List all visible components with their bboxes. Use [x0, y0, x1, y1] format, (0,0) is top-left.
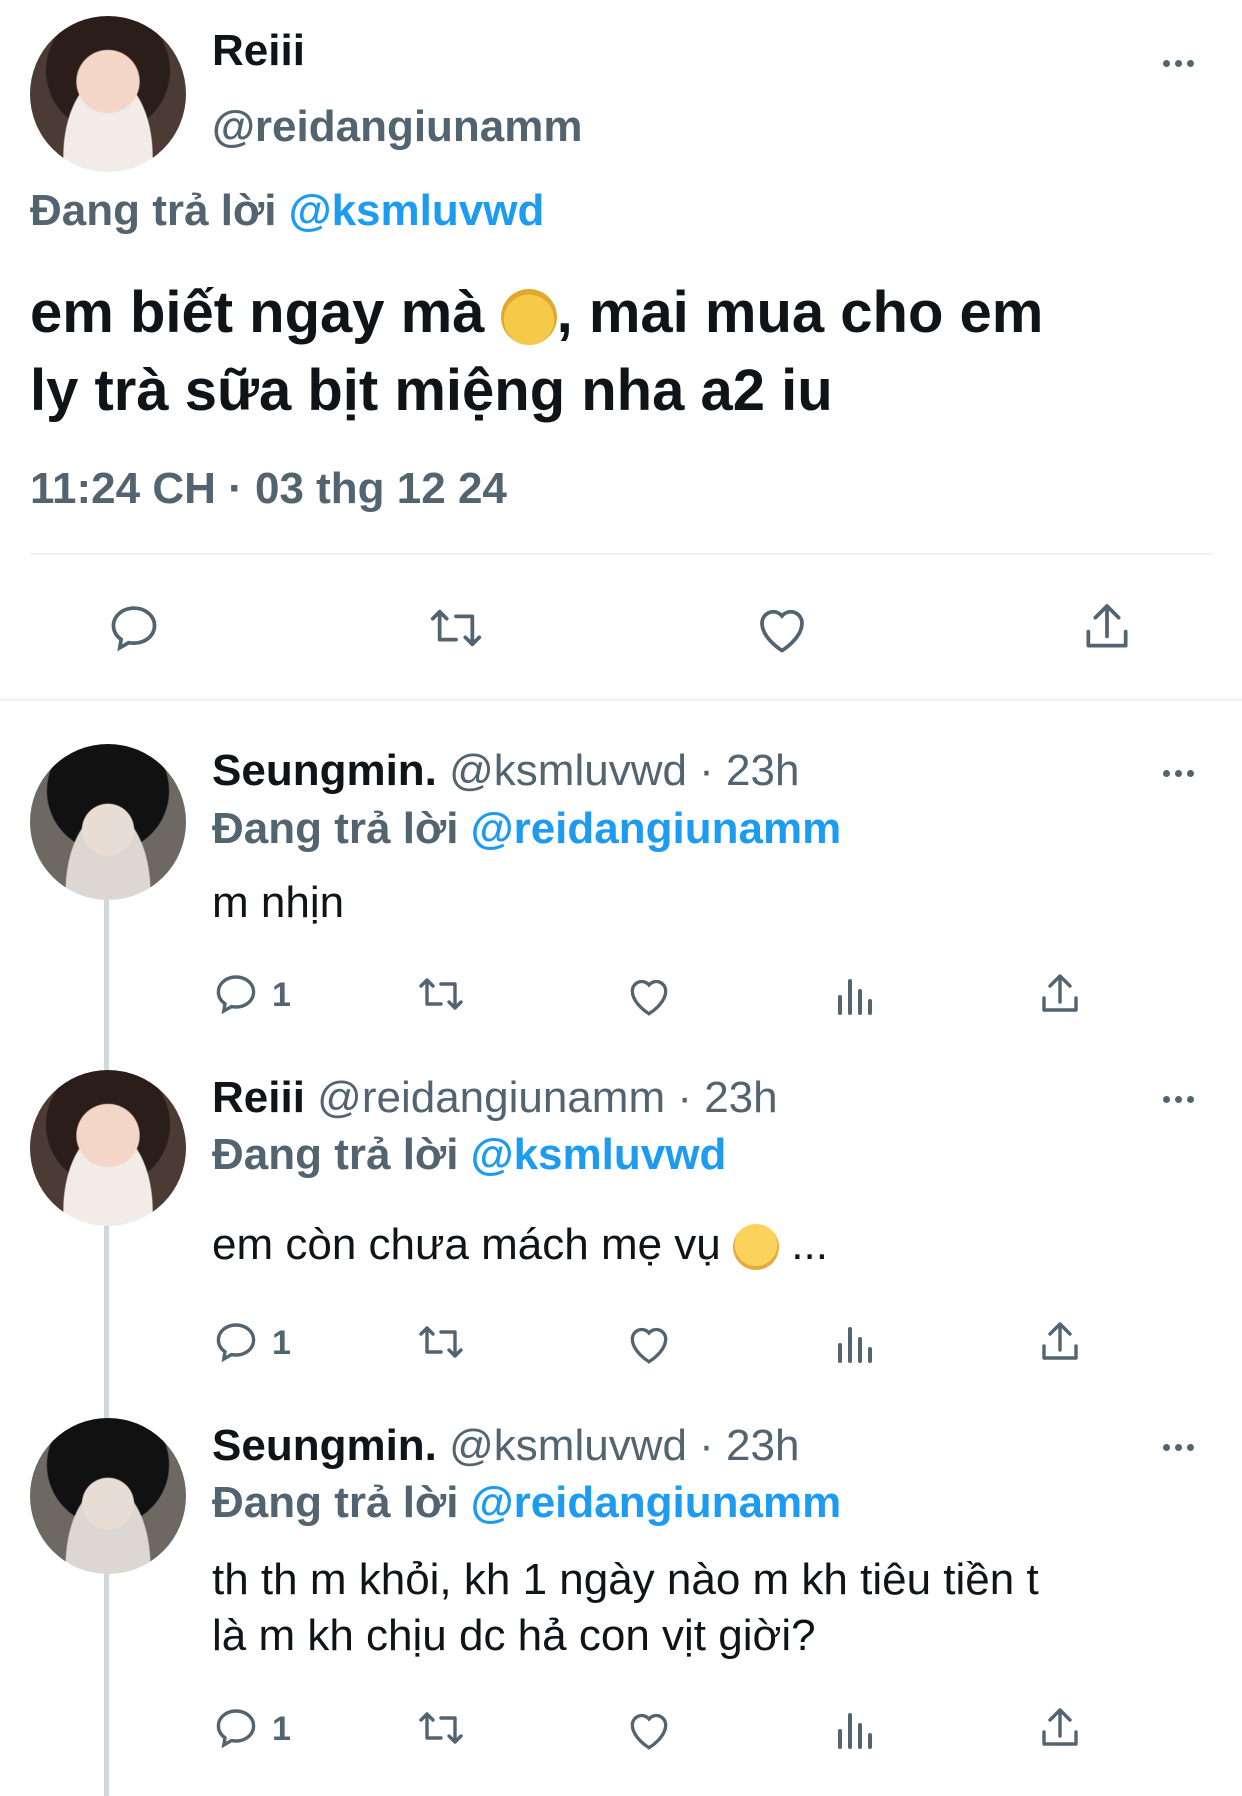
more-options-icon[interactable] [1163, 770, 1194, 777]
analytics-icon[interactable] [834, 1320, 878, 1366]
reply-count: 1 [272, 976, 291, 1014]
more-options-icon[interactable] [1163, 1444, 1194, 1451]
replying-to: Đang trả lời @ksmluvwd [212, 1130, 726, 1180]
retweet-icon[interactable] [425, 600, 487, 656]
analytics-icon[interactable] [834, 972, 878, 1018]
more-options-icon[interactable] [1163, 60, 1194, 67]
replying-label: Đang trả lời [212, 1130, 459, 1179]
more-options-icon[interactable] [1163, 1096, 1194, 1103]
section-divider [0, 698, 1242, 701]
analytics-icon[interactable] [834, 1706, 878, 1752]
author-name[interactable]: Reiii [212, 26, 305, 76]
replying-label: Đang trả lời [212, 804, 459, 853]
like-icon[interactable] [752, 600, 812, 656]
reply-text-line2: là m kh chịu dc hả con vịt giời? [212, 1611, 816, 1660]
like-icon[interactable] [624, 1320, 674, 1366]
like-icon[interactable] [624, 972, 674, 1018]
reply-header: Seungmin. @ksmluvwd · 23h [212, 1421, 799, 1471]
author-name[interactable]: Reiii [212, 1073, 305, 1122]
reply-text-line1: th th m khỏi, kh 1 ngày nào m kh tiêu ti… [212, 1555, 1039, 1604]
author-name[interactable]: Seungmin. [212, 746, 437, 795]
replying-label: Đang trả lời [212, 1478, 459, 1527]
author-handle[interactable]: @reidangiunamm [212, 102, 583, 152]
thread-line [104, 898, 109, 1796]
reply-icon[interactable] [212, 970, 260, 1018]
reply-text: th th m khỏi, kh 1 ngày nào m kh tiêu ti… [212, 1552, 1212, 1664]
share-icon[interactable] [1036, 1318, 1084, 1366]
replying-to: Đang trả lời @ksmluvwd [30, 186, 544, 236]
tweet-text-part2: , mai mua cho em [556, 280, 1044, 345]
reply-header: Seungmin. @ksmluvwd · 23h [212, 746, 799, 796]
avatar[interactable] [30, 744, 186, 900]
reply-icon[interactable] [106, 600, 162, 656]
author-name[interactable]: Seungmin. [212, 1421, 437, 1470]
replying-to: Đang trả lời @reidangiunamm [212, 1478, 841, 1528]
share-icon[interactable] [1079, 598, 1135, 656]
smirk-cat-emoji-icon [500, 288, 557, 345]
reply-header: Reiii @reidangiunamm · 23h [212, 1073, 778, 1123]
replying-to-link[interactable]: @reidangiunamm [471, 1478, 842, 1527]
retweet-icon[interactable] [414, 1704, 468, 1752]
retweet-icon[interactable] [414, 970, 468, 1018]
reply-text: em còn chưa mách mẹ vụ ... [212, 1220, 828, 1271]
pensive-face-emoji-icon [733, 1224, 780, 1271]
tweet-text-line2: ly trà sữa bịt miệng nha a2 iu [30, 358, 833, 423]
avatar[interactable] [30, 16, 186, 172]
author-handle[interactable]: @ksmluvwd · 23h [449, 1421, 799, 1470]
tweet-timestamp: 11:24 CH · 03 thg 12 24 [30, 464, 507, 513]
avatar[interactable] [30, 1418, 186, 1574]
avatar[interactable] [30, 1070, 186, 1226]
like-icon[interactable] [624, 1706, 674, 1752]
reply-text-tail: ... [791, 1220, 828, 1269]
divider [30, 553, 1213, 555]
tweet-text-part1: em biết ngay mà [30, 280, 485, 345]
reply-count: 1 [272, 1710, 291, 1748]
share-icon[interactable] [1036, 1704, 1084, 1752]
reply-icon[interactable] [212, 1318, 260, 1366]
replying-to-link[interactable]: @ksmluvwd [289, 186, 545, 235]
reply-count: 1 [272, 1324, 291, 1362]
reply-text: m nhịn [212, 878, 345, 927]
replying-to-link[interactable]: @ksmluvwd [471, 1130, 727, 1179]
replying-to: Đang trả lời @reidangiunamm [212, 804, 841, 854]
replying-label: Đang trả lời [30, 186, 277, 235]
author-handle[interactable]: @reidangiunamm · 23h [317, 1073, 777, 1122]
tweet-text: em biết ngay mà , mai mua cho em ly trà … [30, 274, 1230, 430]
author-handle[interactable]: @ksmluvwd · 23h [449, 746, 799, 795]
retweet-icon[interactable] [414, 1318, 468, 1366]
replying-to-link[interactable]: @reidangiunamm [471, 804, 842, 853]
reply-text-main: em còn chưa mách mẹ vụ [212, 1220, 721, 1269]
share-icon[interactable] [1036, 970, 1084, 1018]
reply-icon[interactable] [212, 1704, 260, 1752]
